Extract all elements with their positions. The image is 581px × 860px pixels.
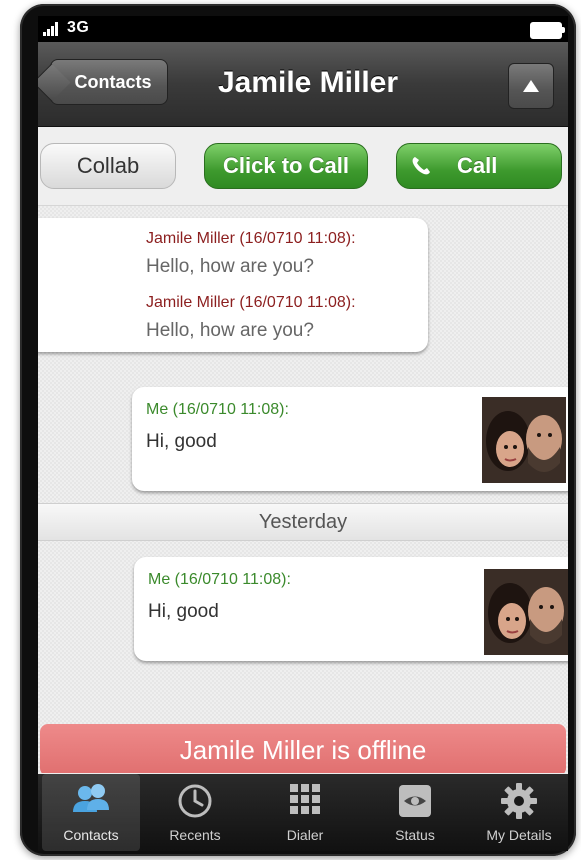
message-sender: Me (16/0710 11:08):	[146, 401, 289, 418]
tab-contacts[interactable]: Contacts	[42, 774, 140, 851]
back-button-label: Contacts	[74, 71, 152, 92]
call-button-label: Call	[457, 153, 498, 178]
tab-label: Contacts	[63, 827, 119, 843]
tab-label: My Details	[486, 827, 552, 843]
message-text: Hello, how are you?	[146, 320, 314, 341]
message-sender: Jamile Miller (16/0710 11:08):	[146, 294, 356, 311]
tab-label: Dialer	[286, 827, 324, 843]
my-avatar	[484, 569, 568, 655]
battery-icon	[530, 22, 565, 39]
tab-bar: Contacts Recents Dialer Status My Detail…	[38, 774, 568, 851]
tab-label: Status	[395, 827, 435, 843]
outgoing-message-bubble: Me (16/0710 11:08): Hi, good	[134, 557, 568, 661]
chat-area[interactable]: Jamile Miller (16/0710 11:08): Hello, ho…	[38, 206, 568, 773]
status-bar: 3G	[38, 16, 568, 42]
message-text: Hi, good	[148, 601, 219, 622]
phone-screen: 3G Contacts Jamile Miller Collab Click t…	[38, 16, 568, 851]
message-text: Hi, good	[146, 431, 217, 452]
collab-button[interactable]: Collab	[40, 143, 176, 189]
message-sender: Me (16/0710 11:08):	[148, 571, 291, 588]
signal-strength-icon	[43, 22, 65, 36]
action-bar: Collab Click to Call Call	[38, 127, 568, 206]
tab-dialer[interactable]: Dialer	[256, 774, 354, 851]
tab-recents[interactable]: Recents	[146, 774, 244, 851]
gear-icon	[499, 782, 539, 820]
message-sender: Jamile Miller (16/0710 11:08):	[146, 230, 356, 247]
my-avatar	[482, 397, 566, 483]
date-separator: Yesterday	[38, 503, 568, 541]
back-to-contacts-button[interactable]: Contacts	[50, 59, 168, 105]
call-button[interactable]: Call	[396, 143, 562, 189]
tab-status[interactable]: Status	[366, 774, 464, 851]
phone-icon	[411, 156, 431, 176]
incoming-message-bubble: Jamile Miller (16/0710 11:08): Hello, ho…	[38, 218, 428, 352]
navigation-bar: Contacts Jamile Miller	[38, 42, 568, 127]
scroll-up-button[interactable]	[508, 63, 554, 109]
page-title: Jamile Miller	[217, 66, 399, 99]
click-to-call-button[interactable]: Click to Call	[204, 143, 368, 189]
offline-notice: Jamile Miller is offline	[40, 724, 566, 773]
tab-label: Recents	[169, 827, 221, 843]
contacts-icon	[71, 782, 111, 820]
keypad-icon	[285, 782, 325, 820]
network-type: 3G	[67, 19, 90, 36]
outgoing-message-bubble: Me (16/0710 11:08): Hi, good	[132, 387, 568, 491]
clock-icon	[175, 782, 215, 820]
triangle-up-icon	[523, 80, 539, 92]
tab-my-details[interactable]: My Details	[470, 774, 568, 851]
message-text: Hello, how are you?	[146, 256, 314, 277]
eye-icon	[395, 782, 435, 820]
